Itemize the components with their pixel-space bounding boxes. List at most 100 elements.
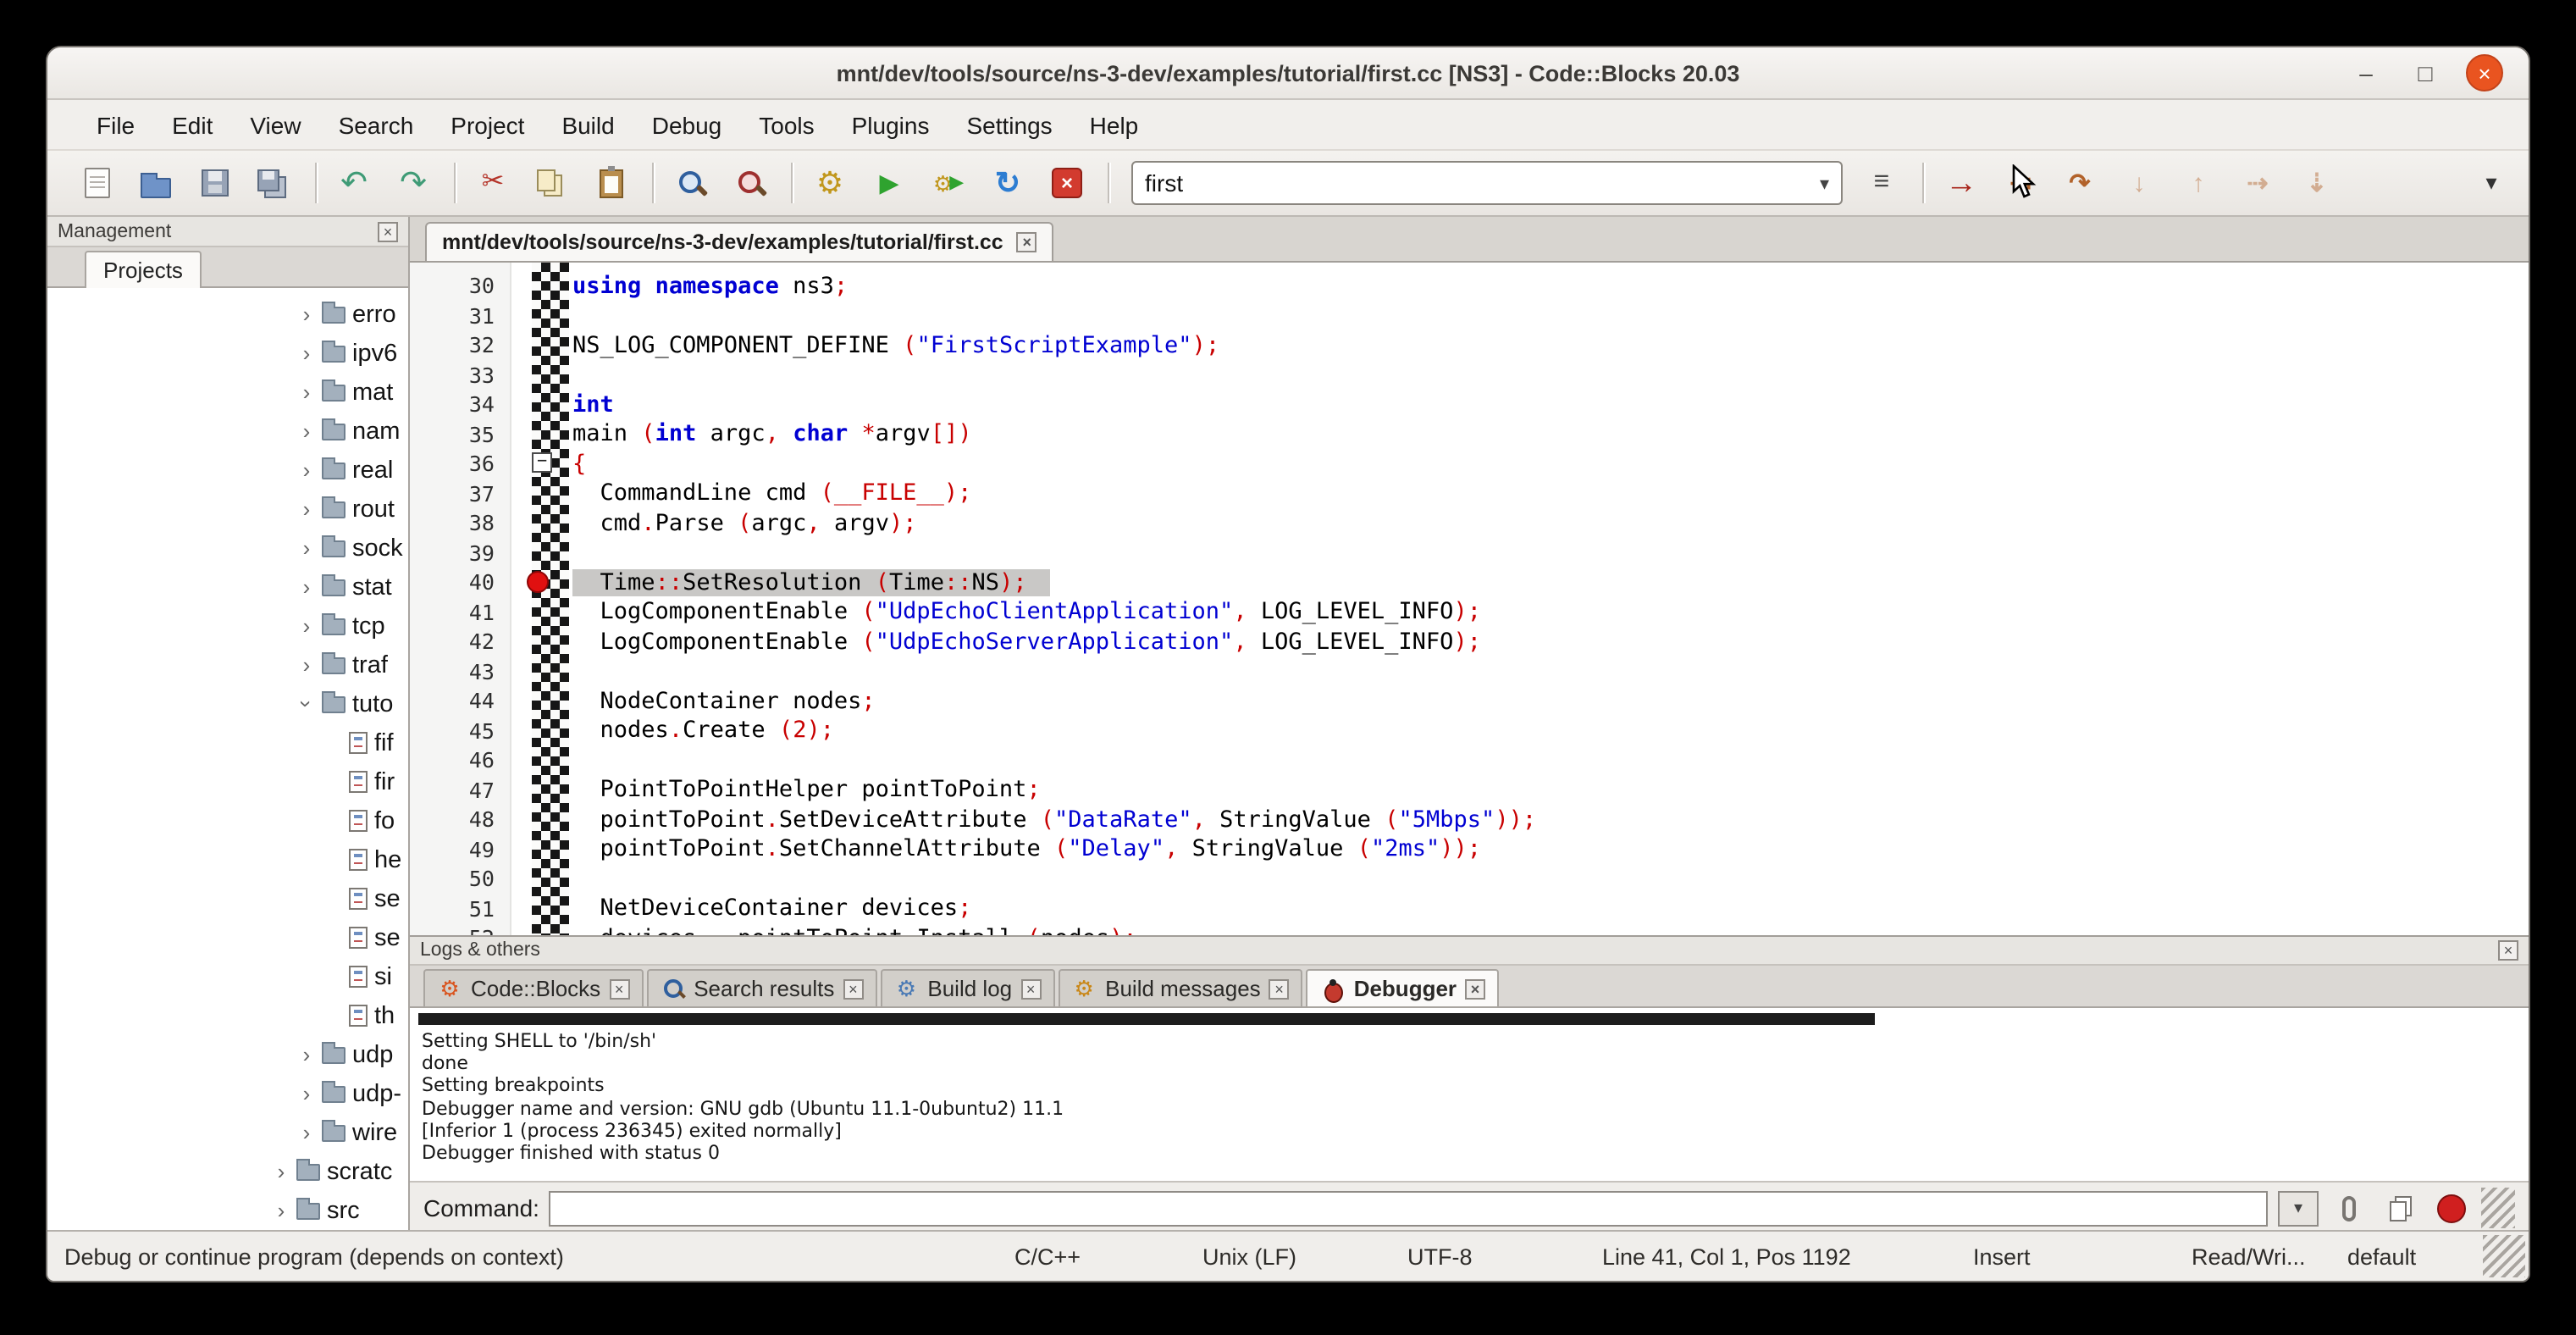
close-tab-icon[interactable]: × [1017, 232, 1037, 252]
close-tab-icon[interactable]: × [1269, 978, 1290, 999]
tree-item-he[interactable]: he [47, 840, 408, 879]
line-number[interactable]: 49 [410, 837, 511, 862]
chevron-collapsed-icon[interactable]: › [296, 1120, 317, 1145]
build-and-run-button[interactable] [926, 161, 970, 205]
menu-help[interactable]: Help [1071, 99, 1158, 150]
tree-item-th[interactable]: th [47, 996, 408, 1035]
logtab-code-blocks[interactable]: ⚙Code::Blocks× [423, 969, 643, 1006]
breakpoint-icon[interactable] [527, 571, 549, 593]
line-number[interactable]: 37 [410, 481, 511, 507]
menu-plugins[interactable]: Plugins [833, 99, 948, 150]
line-number[interactable]: 52 [410, 926, 511, 936]
chevron-collapsed-icon[interactable]: › [296, 341, 317, 366]
paperclip-button[interactable] [2329, 1189, 2369, 1227]
close-logs-icon[interactable]: × [2498, 940, 2518, 961]
tree-item-tuto[interactable]: ›tuto [47, 684, 408, 723]
abort-build-button[interactable]: × [1045, 161, 1089, 205]
gutter-cell[interactable] [511, 805, 572, 834]
gutter-cell[interactable] [511, 686, 572, 716]
gutter-cell[interactable] [511, 538, 572, 568]
line-number[interactable]: 43 [410, 659, 511, 684]
menu-edit[interactable]: Edit [153, 99, 231, 150]
tree-item-mat[interactable]: ›mat [47, 373, 408, 412]
menu-debug[interactable]: Debug [633, 99, 741, 150]
next-line-button[interactable]: ↷ [2058, 161, 2102, 205]
copy-button[interactable] [530, 161, 574, 205]
gutter-cell[interactable] [511, 597, 572, 627]
line-number[interactable]: 33 [410, 363, 511, 388]
minimize-button[interactable]: – [2347, 54, 2385, 91]
close-tab-icon[interactable]: × [1020, 978, 1041, 999]
line-number[interactable]: 50 [410, 867, 511, 892]
chevron-collapsed-icon[interactable]: › [296, 1042, 317, 1067]
gutter-cell[interactable] [511, 568, 572, 597]
stop-debugger-button[interactable] [2430, 1189, 2471, 1227]
line-number[interactable]: 45 [410, 718, 511, 744]
tree-item-real[interactable]: ›real [47, 451, 408, 490]
line-number[interactable]: 32 [410, 333, 511, 358]
tab-projects[interactable]: Projects [85, 251, 202, 288]
logtab-build-messages[interactable]: ⚙Build messages× [1058, 969, 1303, 1006]
copy-log-button[interactable] [2380, 1189, 2420, 1227]
chevron-collapsed-icon[interactable]: › [296, 379, 317, 405]
gutter-cell[interactable] [511, 301, 572, 330]
line-number[interactable]: 38 [410, 511, 511, 536]
chevron-down-icon[interactable]: ▾ [1820, 172, 1829, 194]
line-number[interactable]: 48 [410, 807, 511, 833]
close-tab-icon[interactable]: × [609, 978, 629, 999]
line-number[interactable]: 47 [410, 778, 511, 803]
redo-button[interactable]: ↷ [391, 161, 435, 205]
menu-build[interactable]: Build [543, 99, 633, 150]
run-button[interactable]: ▶ [867, 161, 911, 205]
chevron-collapsed-icon[interactable]: › [296, 1081, 317, 1106]
chevron-collapsed-icon[interactable]: › [296, 574, 317, 600]
window-resize-grip[interactable] [2483, 1235, 2525, 1277]
chevron-collapsed-icon[interactable]: › [296, 457, 317, 483]
line-number[interactable]: 46 [410, 748, 511, 773]
tree-item-si[interactable]: si [47, 957, 408, 996]
step-out-button[interactable]: ↑ [2176, 161, 2220, 205]
undo-button[interactable]: ↶ [332, 161, 376, 205]
gutter-cell[interactable] [511, 775, 572, 805]
tree-item-se[interactable]: se [47, 879, 408, 918]
chevron-collapsed-icon[interactable]: › [296, 652, 317, 678]
gutter-cell[interactable]: − [511, 449, 572, 479]
title-bar[interactable]: mnt/dev/tools/source/ns-3-dev/examples/t… [47, 47, 2529, 100]
chevron-collapsed-icon[interactable]: › [296, 535, 317, 561]
menu-settings[interactable]: Settings [948, 99, 1070, 150]
gutter-cell[interactable] [511, 271, 572, 301]
debugger-log[interactable]: Setting SHELL to '/bin/sh'doneSetting br… [410, 1008, 2529, 1183]
line-number[interactable]: 30 [410, 274, 511, 299]
chevron-collapsed-icon[interactable]: › [296, 496, 317, 522]
tree-item-traf[interactable]: ›traf [47, 645, 408, 684]
project-tree[interactable]: ›erro›ipv6›mat›nam›real›rout›sock›stat›t… [47, 288, 408, 1230]
chevron-collapsed-icon[interactable]: › [296, 302, 317, 327]
menu-search[interactable]: Search [320, 99, 433, 150]
tree-item-tcp[interactable]: ›tcp [47, 607, 408, 645]
chevron-collapsed-icon[interactable]: › [296, 613, 317, 639]
chevron-collapsed-icon[interactable]: › [271, 1159, 291, 1184]
gutter-cell[interactable] [511, 656, 572, 686]
gutter-cell[interactable] [511, 508, 572, 538]
step-into-instruction-button[interactable]: ⇣ [2295, 161, 2339, 205]
line-number[interactable]: 41 [410, 600, 511, 625]
panel-resize-grip[interactable] [2481, 1188, 2515, 1228]
tree-item-src[interactable]: ›src [47, 1191, 408, 1230]
gutter-cell[interactable] [511, 390, 572, 419]
chevron-expanded-icon[interactable]: › [294, 694, 319, 714]
gutter-cell[interactable] [511, 834, 572, 864]
line-number[interactable]: 31 [410, 303, 511, 329]
close-tab-icon[interactable]: × [1465, 978, 1485, 999]
logtab-debugger[interactable]: Debugger× [1307, 969, 1499, 1006]
incremental-search-button[interactable]: ≡ [1860, 161, 1904, 205]
tree-item-nam[interactable]: ›nam [47, 412, 408, 451]
editor-tab-first-cc[interactable]: mnt/dev/tools/source/ns-3-dev/examples/t… [425, 222, 1054, 261]
line-number[interactable]: 51 [410, 896, 511, 922]
gutter-cell[interactable] [511, 360, 572, 390]
gutter-cell[interactable] [511, 745, 572, 775]
tree-item-udp-[interactable]: ›udp- [47, 1074, 408, 1113]
menu-file[interactable]: File [78, 99, 153, 150]
close-tab-icon[interactable]: × [843, 978, 863, 999]
tree-item-rout[interactable]: ›rout [47, 490, 408, 529]
menu-tools[interactable]: Tools [740, 99, 832, 150]
